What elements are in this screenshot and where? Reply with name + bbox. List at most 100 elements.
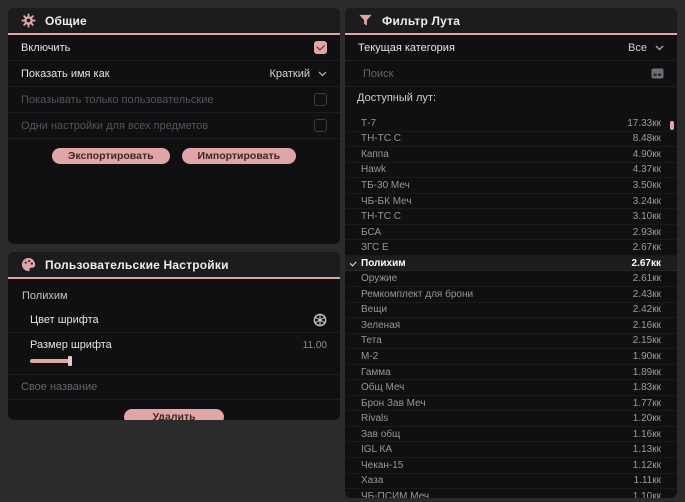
import-button[interactable]: Импортировать: [181, 148, 297, 164]
font-size-label: Размер шрифта: [30, 339, 112, 351]
loot-item-name: ЗГС Е: [361, 242, 389, 254]
category-select[interactable]: Все: [628, 42, 664, 54]
font-color-label: Цвет шрифта: [30, 313, 99, 326]
loot-item-value: 1.90кк: [632, 350, 661, 362]
setting-label-same-settings: Одни настройки для всех предметов: [21, 119, 209, 132]
only-custom-checkbox[interactable]: [314, 93, 327, 106]
custom-name-row: [8, 375, 340, 400]
loot-item-value: 2.42кк: [632, 304, 661, 316]
loot-item-value: 3.24кк: [632, 195, 661, 207]
loot-item-value: 1.10кк: [632, 490, 661, 498]
loot-item-name: ТН-ТС С: [361, 211, 401, 223]
enable-checkbox[interactable]: [314, 41, 327, 54]
scrollbar-thumb[interactable]: [670, 121, 674, 130]
loot-item[interactable]: IGL КА 1.13кк: [345, 442, 677, 459]
loot-item[interactable]: Гамма 1.89кк: [345, 365, 677, 381]
loot-item[interactable]: Хаза 1.11кк: [345, 474, 677, 490]
loot-item[interactable]: ТБ-30 Меч 3.50кк: [345, 178, 677, 194]
loot-item[interactable]: Чекан-15 1.12кк: [345, 458, 677, 474]
custom-settings-header: Пользовательские Настройки: [8, 252, 340, 279]
same-settings-checkbox[interactable]: [314, 119, 327, 132]
palette-icon: [21, 257, 36, 272]
loot-item-name: Брон Зав Меч: [361, 397, 426, 409]
setting-row-enable[interactable]: Включить: [8, 35, 340, 61]
loot-item-value: 1.13кк: [632, 444, 661, 456]
slider-fill: [30, 359, 70, 363]
loot-item-name: Тета: [361, 335, 382, 347]
loot-item[interactable]: ЧБ-ПСИМ Меч 1.10кк: [345, 489, 677, 498]
loot-item[interactable]: ЗГС Е 2.67кк: [345, 240, 677, 256]
loot-item[interactable]: Зав общ 1.16кк: [345, 427, 677, 443]
search-input[interactable]: [363, 67, 651, 80]
loot-item-value: 2.61кк: [632, 273, 661, 285]
export-button[interactable]: Экспортировать: [51, 148, 170, 164]
font-color-row[interactable]: Цвет шрифта: [8, 307, 340, 333]
setting-row-same-settings: Одни настройки для всех предметов: [8, 113, 340, 139]
font-size-slider[interactable]: [30, 356, 300, 366]
loot-item[interactable]: М-2 1.90кк: [345, 349, 677, 365]
loot-item-name: Т-7: [361, 117, 376, 129]
loot-item-name: Вещи: [361, 304, 388, 316]
general-panel: Общие Включить Показать имя как Краткий …: [8, 8, 340, 244]
loot-item[interactable]: Полихим 2.67кк: [345, 255, 677, 272]
loot-item[interactable]: Брон Зав Меч 1.77кк: [345, 396, 677, 412]
available-loot-label-row: Доступный лут:: [345, 87, 677, 109]
loot-item[interactable]: ТН-ТС С 3.10кк: [345, 209, 677, 225]
loot-item[interactable]: Зеленая 2.16кк: [345, 318, 677, 334]
loot-item[interactable]: Hawk 4.37кк: [345, 163, 677, 179]
loot-filter-title: Фильтр Лута: [382, 13, 461, 28]
name-display-value: Краткий: [269, 67, 310, 80]
font-size-value: 11.00: [302, 339, 327, 351]
font-size-row: Размер шрифта 11.00: [8, 333, 340, 375]
loot-item-value: 2.93кк: [632, 226, 661, 238]
loot-list: Т-7 17.33кк ТН-ТС С 8.48кк Каппа 4.90кк …: [345, 116, 677, 498]
loot-item-name: ТБ-30 Меч: [361, 179, 410, 191]
custom-name-input[interactable]: [21, 381, 327, 393]
custom-settings-title: Пользовательские Настройки: [45, 257, 229, 272]
loot-item[interactable]: ТН-ТС С 8.48кк: [345, 132, 677, 148]
setting-row-name-display: Показать имя как Краткий: [8, 61, 340, 87]
loot-item[interactable]: ЧБ-БК Меч 3.24кк: [345, 194, 677, 210]
category-label: Текущая категория: [358, 41, 455, 54]
loot-item-value: 2.67кк: [631, 257, 661, 269]
search-settings-icon[interactable]: [651, 67, 664, 81]
selected-item-group: Полихим: [8, 284, 340, 307]
setting-label-name-display: Показать имя как: [21, 67, 110, 80]
loot-item-value: 2.43кк: [632, 288, 661, 300]
loot-item[interactable]: Каппа 4.90кк: [345, 147, 677, 163]
loot-item[interactable]: Ремкомплект для брони 2.43кк: [345, 287, 677, 303]
color-picker-icon[interactable]: [313, 313, 327, 327]
funnel-icon: [358, 13, 373, 28]
loot-item-value: 1.77кк: [632, 397, 661, 409]
loot-item-value: 1.20кк: [632, 413, 661, 425]
loot-item-name: Чекан-15: [361, 459, 404, 471]
loot-item-name: БСА: [361, 226, 382, 238]
loot-item[interactable]: Тета 2.15кк: [345, 334, 677, 350]
delete-button[interactable]: Удалить: [124, 409, 224, 420]
loot-item-name: Каппа: [361, 148, 389, 160]
loot-item[interactable]: Общ Меч 1.83кк: [345, 380, 677, 396]
general-panel-title: Общие: [45, 13, 87, 28]
loot-item-value: 17.33кк: [627, 117, 661, 129]
loot-item[interactable]: Оружие 2.61кк: [345, 271, 677, 288]
loot-item-name: ЧБ-БК Меч: [361, 195, 412, 207]
check-icon: [349, 259, 357, 267]
general-panel-header: Общие: [8, 8, 340, 35]
name-display-select[interactable]: Краткий: [269, 68, 327, 80]
loot-item[interactable]: Вещи 2.42кк: [345, 303, 677, 319]
slider-handle[interactable]: [68, 356, 72, 366]
loot-item-value: 8.48кк: [632, 133, 661, 145]
loot-item[interactable]: БСА 2.93кк: [345, 225, 677, 241]
loot-item-value: 3.50кк: [632, 179, 661, 191]
loot-item[interactable]: Rivals 1.20кк: [345, 411, 677, 427]
loot-list-scrollbar[interactable]: [670, 116, 674, 498]
loot-item-value: 2.16кк: [632, 319, 661, 331]
loot-item-value: 2.67кк: [632, 242, 661, 254]
loot-item-value: 1.83кк: [632, 382, 661, 394]
loot-item[interactable]: Т-7 17.33кк: [345, 116, 677, 132]
gear-icon: [21, 13, 36, 28]
chevron-down-icon: [655, 43, 664, 52]
loot-item-value: 4.37кк: [632, 164, 661, 176]
loot-item-name: Полихим: [361, 257, 406, 269]
loot-item-name: Общ Меч: [361, 382, 405, 394]
